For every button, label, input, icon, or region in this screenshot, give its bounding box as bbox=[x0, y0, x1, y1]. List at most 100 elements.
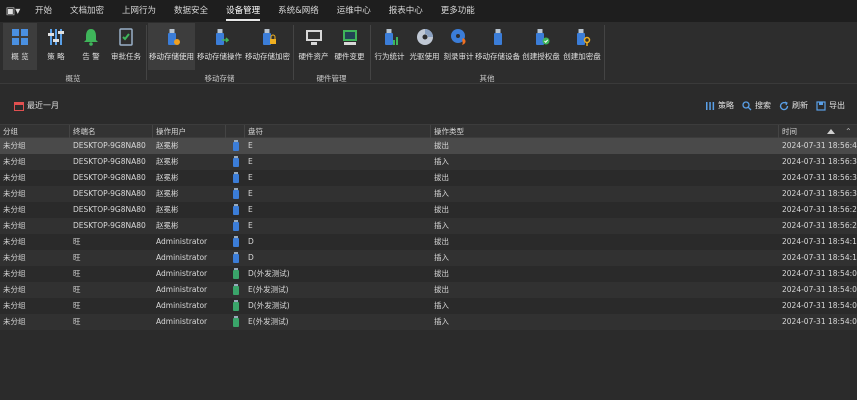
hardware-change-button[interactable]: 硬件变更 bbox=[332, 23, 367, 70]
usb-encrypt-button[interactable]: 移动存储加密 bbox=[244, 23, 291, 70]
behavior-stats-icon bbox=[380, 27, 400, 47]
cell-time: 2024-07-31 18:54:05 bbox=[782, 317, 857, 326]
table-row[interactable]: 未分组 DESKTOP-9G8NA80 赵冕彬 E 拔出 2024-07-31 18:56… bbox=[0, 138, 857, 154]
column-header-group[interactable]: 分组 bbox=[0, 125, 70, 139]
ribbon-label: 移动存储使用 bbox=[149, 52, 194, 61]
cell-time: 2024-07-31 18:54:12 bbox=[782, 237, 857, 246]
tab-internet-behavior[interactable]: 上网行为 bbox=[113, 0, 165, 22]
table-row[interactable]: 未分组 DESKTOP-9G8NA80 赵冕彬 E 插入 2024-07-31 18:56… bbox=[0, 218, 857, 234]
alarm-bell-icon bbox=[81, 27, 101, 47]
cell-group: 未分组 bbox=[3, 157, 26, 166]
cell-drive: D bbox=[248, 237, 254, 246]
app-menu-icon[interactable]: ▣▾ bbox=[0, 0, 26, 22]
cell-drive: E bbox=[248, 173, 253, 182]
table-header: 分组 终端名 操作用户 盘符 操作类型 时间 ⌃ bbox=[0, 124, 857, 139]
cell-drive: E bbox=[248, 189, 253, 198]
cell-terminal: DESKTOP-9G8NA80 bbox=[73, 189, 146, 198]
cell-time: 2024-07-31 18:54:10 bbox=[782, 253, 857, 262]
create-auth-disk-icon bbox=[531, 27, 551, 47]
cell-drive: E bbox=[248, 141, 253, 150]
tab-document-encryption[interactable]: 文档加密 bbox=[61, 0, 113, 22]
burn-audit-button[interactable]: 刻录审计 bbox=[442, 23, 475, 70]
tab-system-network[interactable]: 系统&网络 bbox=[269, 0, 328, 22]
column-header-operation[interactable]: 操作类型 bbox=[431, 125, 779, 139]
tab-more[interactable]: 更多功能 bbox=[432, 0, 484, 22]
period-selector[interactable]: 最近一月 bbox=[14, 100, 59, 111]
tab-data-security[interactable]: 数据安全 bbox=[165, 0, 217, 22]
usb-usage-button[interactable]: 移动存储使用 bbox=[148, 23, 195, 70]
create-encrypt-disk-button[interactable]: 创建加密盘 bbox=[562, 23, 602, 70]
usb-encrypt-icon bbox=[258, 27, 278, 47]
tab-device-management[interactable]: 设备管理 bbox=[217, 0, 269, 22]
chevron-up-icon[interactable]: ⌃ bbox=[845, 125, 855, 139]
cell-group: 未分组 bbox=[3, 269, 26, 278]
overview-button[interactable]: 概 览 bbox=[3, 23, 37, 70]
table-row[interactable]: 未分组 DESKTOP-9G8NA80 赵冕彬 E 拔出 2024-07-31 18:56… bbox=[0, 170, 857, 186]
column-header-user[interactable]: 操作用户 bbox=[153, 125, 226, 139]
tab-label: 数据安全 bbox=[174, 6, 209, 16]
burn-audit-icon bbox=[449, 27, 469, 47]
cell-time: 2024-07-31 18:54:08 bbox=[782, 269, 857, 278]
cell-user: 赵冕彬 bbox=[156, 157, 179, 166]
tab-label: 文档加密 bbox=[70, 6, 105, 16]
ribbon-label: 移动存储操作 bbox=[197, 52, 242, 61]
action-label: 导出 bbox=[829, 101, 845, 110]
usb-drive-icon bbox=[233, 252, 239, 263]
toolbar: 最近一月 策略 搜索 刷新 导出 bbox=[0, 85, 857, 123]
alarm-button[interactable]: 告 警 bbox=[74, 23, 108, 70]
export-action-button[interactable]: 导出 bbox=[816, 100, 845, 111]
cell-time: 2024-07-31 18:56:33 bbox=[782, 189, 857, 198]
tab-ops-center[interactable]: 运维中心 bbox=[328, 0, 380, 22]
cell-user: Administrator bbox=[156, 269, 208, 278]
table-row[interactable]: 未分组 旺 Administrator E(外发测试) 拔出 2024-07-31 18:… bbox=[0, 282, 857, 298]
column-header-drive[interactable]: 盘符 bbox=[245, 125, 431, 139]
usb-drive-icon bbox=[233, 204, 239, 215]
usb-device-button[interactable]: 移动存储设备 bbox=[475, 23, 520, 70]
create-encrypt-disk-icon bbox=[572, 27, 592, 47]
ribbon-label: 行为统计 bbox=[374, 52, 405, 61]
behavior-stats-button[interactable]: 行为统计 bbox=[373, 23, 406, 70]
cell-operation: 拔出 bbox=[434, 205, 449, 214]
ribbon-label: 光驱使用 bbox=[409, 52, 440, 61]
hardware-asset-button[interactable]: 硬件资产 bbox=[296, 23, 331, 70]
cell-operation: 插入 bbox=[434, 317, 449, 326]
table-row[interactable]: 未分组 旺 Administrator E(外发测试) 插入 2024-07-31 18:… bbox=[0, 314, 857, 330]
ribbon-label: 概 览 bbox=[11, 52, 29, 61]
refresh-action-button[interactable]: 刷新 bbox=[779, 100, 808, 111]
column-header-icon[interactable] bbox=[226, 125, 245, 139]
table-body: 未分组 DESKTOP-9G8NA80 赵冕彬 E 拔出 2024-07-31 18:56… bbox=[0, 138, 857, 330]
tab-label: 运维中心 bbox=[336, 6, 371, 16]
column-header-terminal[interactable]: 终端名 bbox=[70, 125, 153, 139]
usb-operation-icon bbox=[210, 27, 230, 47]
tab-start[interactable]: 开始 bbox=[26, 0, 61, 22]
table-row[interactable]: 未分组 DESKTOP-9G8NA80 赵冕彬 E 插入 2024-07-31 18:56… bbox=[0, 186, 857, 202]
table-row[interactable]: 未分组 旺 Administrator D 拔出 2024-07-31 18:54:12 bbox=[0, 234, 857, 250]
table-row[interactable]: 未分组 DESKTOP-9G8NA80 赵冕彬 E 插入 2024-07-31 18:56… bbox=[0, 154, 857, 170]
usb-drive-icon bbox=[233, 156, 239, 167]
table-row[interactable]: 未分组 旺 Administrator D(外发测试) 插入 2024-07-31 18:… bbox=[0, 298, 857, 314]
search-action-button[interactable]: 搜索 bbox=[742, 100, 771, 111]
cell-drive: D bbox=[248, 253, 254, 262]
cell-operation: 插入 bbox=[434, 301, 449, 310]
policy-action-button[interactable]: 策略 bbox=[705, 100, 734, 111]
cell-group: 未分组 bbox=[3, 205, 26, 214]
cell-terminal: DESKTOP-9G8NA80 bbox=[73, 205, 146, 214]
policy-icon bbox=[705, 101, 715, 111]
table-row[interactable]: 未分组 DESKTOP-9G8NA80 赵冕彬 E 拔出 2024-07-31 18:56… bbox=[0, 202, 857, 218]
table-row[interactable]: 未分组 旺 Administrator D(外发测试) 拔出 2024-07-31 18:… bbox=[0, 266, 857, 282]
table-row[interactable]: 未分组 旺 Administrator D 插入 2024-07-31 18:54:10 bbox=[0, 250, 857, 266]
policy-button[interactable]: 策 略 bbox=[39, 23, 73, 70]
cell-terminal: 旺 bbox=[73, 253, 81, 262]
approval-task-button[interactable]: 审批任务 bbox=[109, 23, 143, 70]
usb-operation-button[interactable]: 移动存储操作 bbox=[196, 23, 243, 70]
cell-user: Administrator bbox=[156, 285, 208, 294]
create-auth-disk-button[interactable]: 创建授权盘 bbox=[521, 23, 561, 70]
group-label-overview: 概览 bbox=[65, 74, 81, 83]
cell-operation: 拔出 bbox=[434, 173, 449, 182]
action-label: 刷新 bbox=[792, 101, 808, 110]
cell-user: Administrator bbox=[156, 253, 208, 262]
ribbon-label: 移动存储设备 bbox=[475, 52, 520, 61]
tab-report-center[interactable]: 报表中心 bbox=[380, 0, 432, 22]
cd-drive-button[interactable]: 光驱使用 bbox=[407, 23, 442, 70]
calendar-icon bbox=[14, 101, 24, 111]
